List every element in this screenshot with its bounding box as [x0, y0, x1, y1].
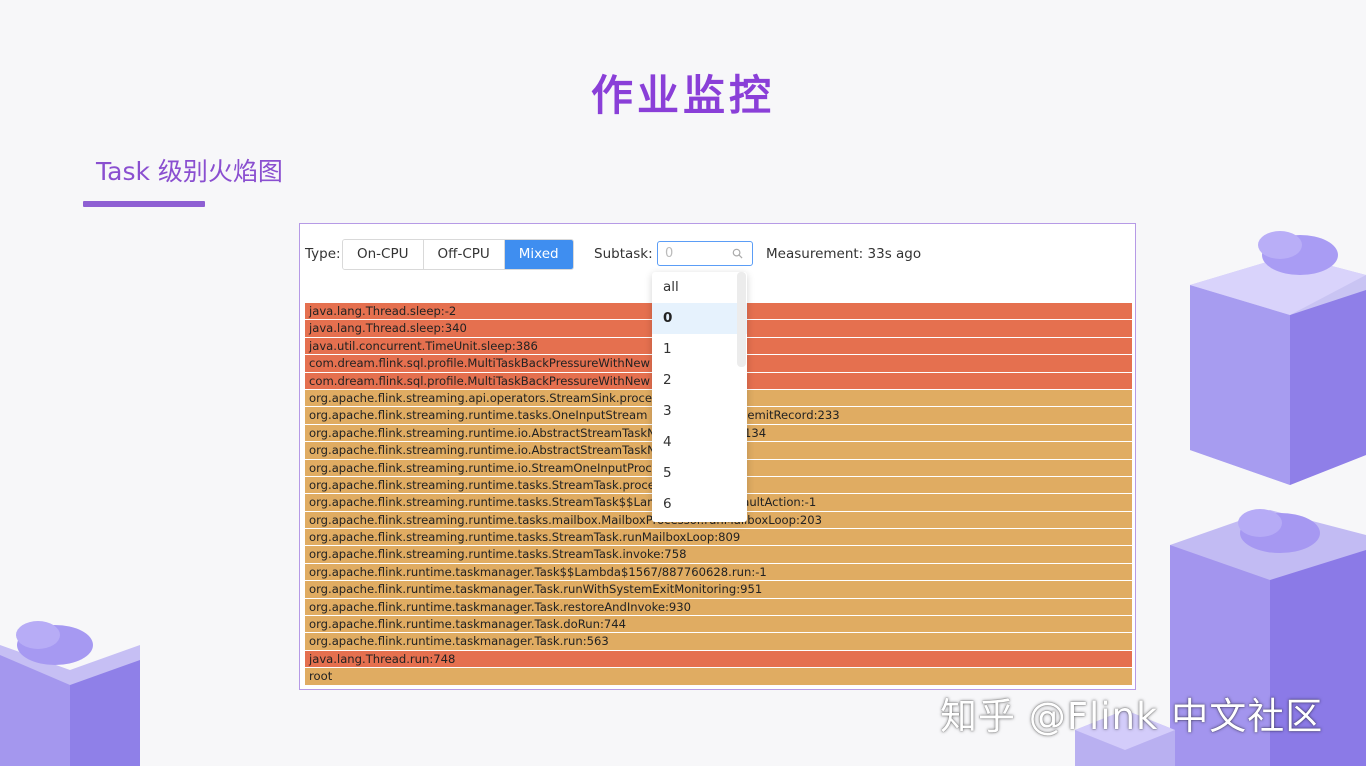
dropdown-option[interactable]: 4 — [652, 427, 747, 458]
subtask-select-value: 0 — [665, 246, 674, 261]
section-underline — [83, 201, 205, 207]
search-icon — [732, 248, 743, 259]
slide-title: 作业监控 — [590, 71, 775, 120]
watermark: 知乎 @Flink 中文社区 — [940, 695, 1324, 738]
type-mixed-button[interactable]: Mixed — [504, 240, 573, 269]
flame-frame[interactable]: org.apache.flink.streaming.runtime.tasks… — [305, 546, 1132, 563]
subtask-dropdown-menu: all 0 1 2 3 4 5 6 — [652, 272, 747, 522]
type-off-cpu-button[interactable]: Off-CPU — [423, 240, 505, 269]
type-on-cpu-button[interactable]: On-CPU — [343, 240, 424, 269]
measurement-text: Measurement: 33s ago — [766, 246, 922, 262]
dropdown-option[interactable]: all — [652, 272, 747, 303]
dropdown-option[interactable]: 5 — [652, 458, 747, 489]
section-title: Task 级别火焰图 — [96, 157, 283, 186]
subtask-label: Subtask: — [594, 246, 653, 262]
dropdown-option[interactable]: 0 — [652, 303, 747, 334]
flame-graph-toolbar: Type: On-CPU Off-CPU Mixed Subtask: 0 Me… — [305, 239, 1125, 270]
flame-frame[interactable]: org.apache.flink.runtime.taskmanager.Tas… — [305, 563, 1132, 581]
dropdown-scrollbar[interactable] — [737, 272, 746, 367]
flame-frame[interactable]: org.apache.flink.streaming.runtime.tasks… — [305, 529, 1132, 546]
isometric-cloud-decoration-left — [0, 621, 140, 766]
dropdown-option[interactable]: 3 — [652, 396, 747, 427]
type-label: Type: — [305, 246, 341, 262]
isometric-cloud-decoration-right — [1170, 231, 1366, 766]
flame-frame[interactable]: root — [305, 668, 1132, 685]
dropdown-option[interactable]: 2 — [652, 365, 747, 396]
dropdown-option[interactable]: 1 — [652, 334, 747, 365]
flame-frame[interactable]: org.apache.flink.runtime.taskmanager.Tas… — [305, 633, 1132, 650]
dropdown-option[interactable]: 6 — [652, 489, 747, 520]
type-segmented-control: On-CPU Off-CPU Mixed — [342, 239, 574, 270]
flame-frame[interactable]: org.apache.flink.runtime.taskmanager.Tas… — [305, 581, 1132, 598]
flame-frame[interactable]: org.apache.flink.runtime.taskmanager.Tas… — [305, 598, 1132, 616]
flame-frame[interactable]: org.apache.flink.runtime.taskmanager.Tas… — [305, 616, 1132, 633]
subtask-select[interactable]: 0 — [657, 241, 753, 266]
flame-frame[interactable]: java.lang.Thread.run:748 — [305, 650, 1132, 668]
